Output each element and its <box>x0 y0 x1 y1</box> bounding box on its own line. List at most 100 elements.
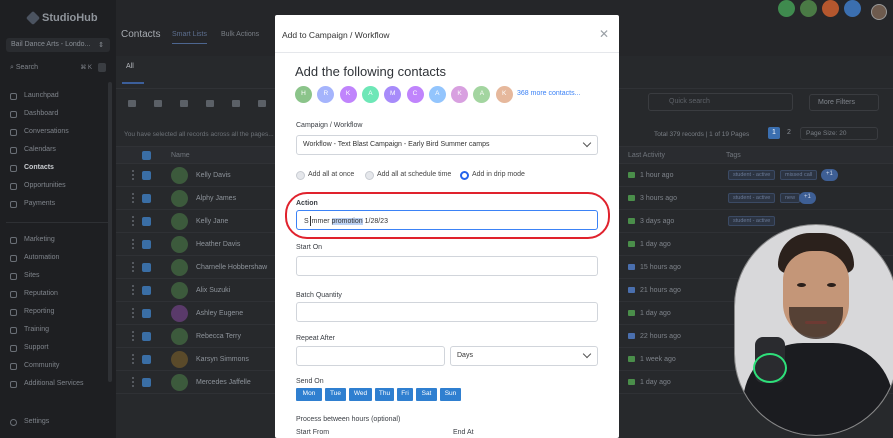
column-last-activity[interactable]: Last Activity <box>628 152 665 159</box>
radio-add-all-at-once[interactable]: Add all at once <box>296 171 354 180</box>
sidebar-item-community[interactable]: Community <box>6 360 110 373</box>
day-toggle-sun[interactable]: Sun <box>440 388 461 401</box>
contact-chip[interactable]: K <box>495 86 513 103</box>
day-toggle-mon[interactable]: Mon <box>296 388 322 401</box>
row-checkbox[interactable] <box>142 355 151 364</box>
contact-chip[interactable]: A <box>428 86 446 103</box>
row-menu[interactable] <box>132 239 134 249</box>
repeat-unit-select[interactable]: Days <box>450 346 598 366</box>
row-menu[interactable] <box>132 170 134 180</box>
row-menu[interactable] <box>132 354 134 364</box>
tag[interactable]: student - active <box>728 170 776 180</box>
sidebar-item-contacts[interactable]: Contacts <box>6 162 110 175</box>
repeat-after-input[interactable] <box>296 346 445 366</box>
user-avatar[interactable] <box>871 4 887 20</box>
start-on-input[interactable] <box>296 256 598 276</box>
radio-drip-mode[interactable]: Add in drip mode <box>460 171 525 180</box>
select-all-checkbox[interactable] <box>142 151 151 160</box>
sidebar-item-sites[interactable]: Sites <box>6 270 110 283</box>
bolt-icon[interactable] <box>98 63 106 72</box>
quick-search-input[interactable]: Quick search <box>648 93 793 111</box>
row-checkbox[interactable] <box>142 286 151 295</box>
row-menu[interactable] <box>132 308 134 318</box>
tag[interactable]: missed call <box>780 170 818 180</box>
column-tags[interactable]: Tags <box>726 152 741 159</box>
help-icon[interactable] <box>844 0 861 17</box>
row-checkbox[interactable] <box>142 217 151 226</box>
page-1-button[interactable]: 1 <box>768 127 780 139</box>
day-toggle-sat[interactable]: Sat <box>416 388 437 401</box>
sidebar-item-training[interactable]: Training <box>6 324 110 337</box>
more-contacts-link[interactable]: 368 more contacts... <box>517 90 580 97</box>
contact-name[interactable]: Charnelle Hobbershaw <box>196 264 267 271</box>
column-name[interactable]: Name <box>171 152 190 159</box>
email-icon[interactable] <box>232 100 240 107</box>
contact-name[interactable]: Rebecca Terry <box>196 333 241 340</box>
contact-name[interactable]: Mercedes Jaffelle <box>196 379 251 386</box>
sidebar-item-support[interactable]: Support <box>6 342 110 355</box>
row-checkbox[interactable] <box>142 332 151 341</box>
page-2-button[interactable]: 2 <box>783 127 795 139</box>
row-menu[interactable] <box>132 193 134 203</box>
sidebar-item-reputation[interactable]: Reputation <box>6 288 110 301</box>
sidebar-item-launchpad[interactable]: Launchpad <box>6 90 110 103</box>
contact-chip[interactable]: A <box>473 86 491 103</box>
bell-icon[interactable] <box>822 0 839 17</box>
sidebar-item-settings[interactable]: Settings <box>6 418 49 426</box>
row-checkbox[interactable] <box>142 263 151 272</box>
sidebar-search[interactable]: ⌕ Search ⌘ K <box>6 62 110 74</box>
day-toggle-fri[interactable]: Fri <box>397 388 413 401</box>
tab-all[interactable]: All <box>126 63 134 70</box>
contact-name[interactable]: Ashley Eugene <box>196 310 243 317</box>
row-menu[interactable] <box>132 377 134 387</box>
row-checkbox[interactable] <box>142 194 151 203</box>
sidebar-item-automation[interactable]: Automation <box>6 252 110 265</box>
contact-chip[interactable]: C <box>406 86 424 103</box>
sidebar-scrollbar[interactable] <box>108 82 112 382</box>
row-checkbox[interactable] <box>142 171 151 180</box>
contact-chip[interactable]: H <box>295 86 312 103</box>
app-logo[interactable]: StudioHub <box>25 10 98 26</box>
sidebar-item-dashboard[interactable]: Dashboard <box>6 108 110 121</box>
workflow-icon[interactable] <box>180 100 188 107</box>
row-menu[interactable] <box>132 285 134 295</box>
sidebar-item-calendars[interactable]: Calendars <box>6 144 110 157</box>
account-switcher[interactable]: Bail Dance Arts - Londo... ⇕ <box>6 38 110 52</box>
contact-name[interactable]: Kelly Jane <box>196 218 228 225</box>
day-toggle-tue[interactable]: Tue <box>325 388 346 401</box>
contact-chip[interactable]: K <box>339 86 357 103</box>
tab-smart-lists[interactable]: Smart Lists <box>172 31 208 44</box>
message-icon[interactable] <box>206 100 214 107</box>
contact-chip[interactable]: R <box>317 86 335 103</box>
sidebar-item-opportunities[interactable]: Opportunities <box>6 180 110 193</box>
more-tags[interactable]: +1 <box>799 192 816 204</box>
contact-chip[interactable]: A <box>361 86 379 103</box>
sidebar-item-payments[interactable]: Payments <box>6 198 110 211</box>
add-icon[interactable] <box>128 100 136 107</box>
row-checkbox[interactable] <box>142 378 151 387</box>
campaign-select[interactable]: Workflow - Text Blast Campaign - Early B… <box>296 135 598 155</box>
more-filters-button[interactable]: More Filters <box>809 94 879 111</box>
megaphone-icon[interactable] <box>800 0 817 17</box>
page-size-select[interactable]: Page Size: 20 <box>800 127 878 140</box>
contact-name[interactable]: Kelly Davis <box>196 172 231 179</box>
more-tags[interactable]: +1 <box>821 169 838 181</box>
row-menu[interactable] <box>132 216 134 226</box>
row-checkbox[interactable] <box>142 309 151 318</box>
batch-quantity-input[interactable] <box>296 302 598 322</box>
tab-bulk-actions[interactable]: Bulk Actions <box>221 31 259 38</box>
tag[interactable]: new <box>780 193 801 203</box>
sidebar-item-marketing[interactable]: Marketing <box>6 234 110 247</box>
row-menu[interactable] <box>132 262 134 272</box>
radio-add-at-schedule[interactable]: Add all at schedule time <box>365 171 451 180</box>
row-checkbox[interactable] <box>142 240 151 249</box>
phone-icon[interactable] <box>778 0 795 17</box>
contact-name[interactable]: Alix Suzuki <box>196 287 230 294</box>
tag[interactable]: student - active <box>728 193 776 203</box>
row-menu[interactable] <box>132 331 134 341</box>
contact-chip[interactable]: K <box>451 86 469 103</box>
contact-name[interactable]: Karsyn Simmons <box>196 356 249 363</box>
day-toggle-wed[interactable]: Wed <box>349 388 372 401</box>
contact-name[interactable]: Heather Davis <box>196 241 240 248</box>
sidebar-item-conversations[interactable]: Conversations <box>6 126 110 139</box>
